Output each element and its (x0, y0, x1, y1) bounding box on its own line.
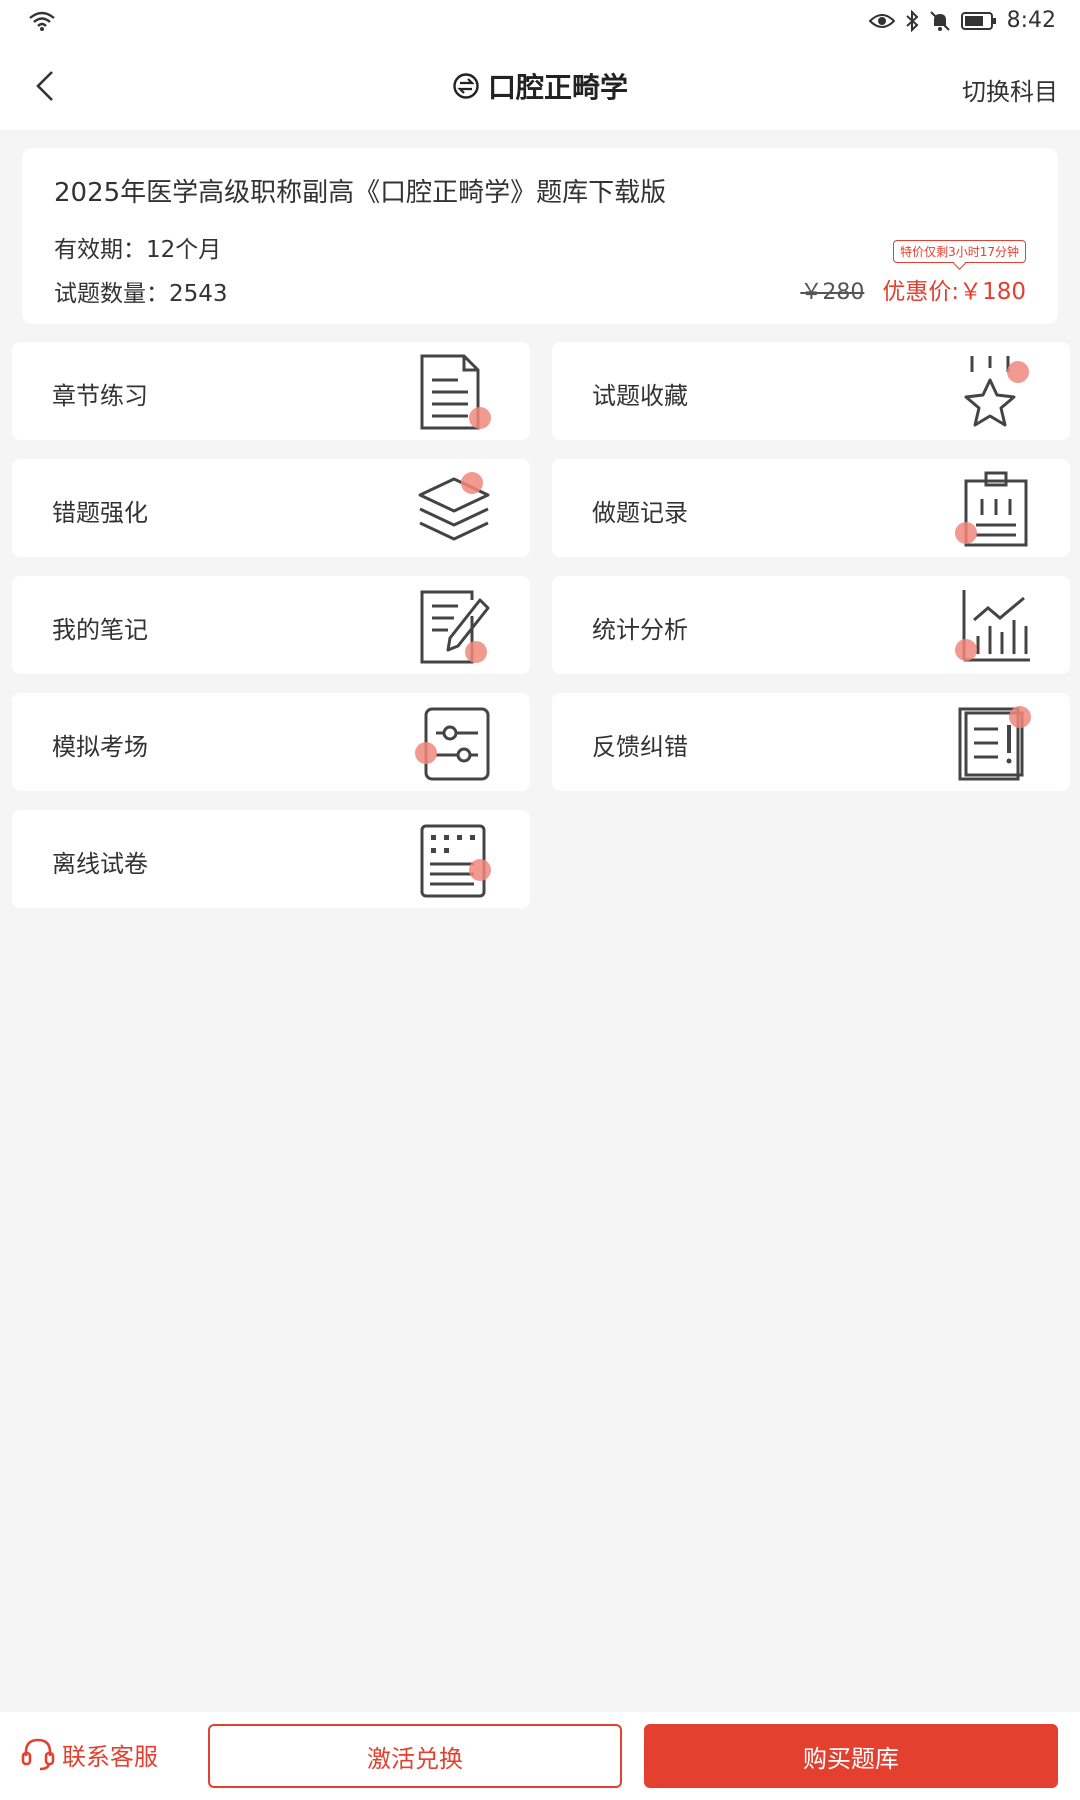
clock-time: 8:42 (1006, 8, 1056, 33)
feedback-icon (958, 706, 1031, 781)
status-bar: 8:42 (0, 0, 1080, 44)
tile-chapter-practice[interactable]: 章节练习 (12, 342, 530, 440)
bank-title: 2025年医学高级职称副高《口腔正畸学》题库下载版 (54, 178, 667, 208)
tile-wrong-questions[interactable]: 错题强化 (12, 459, 530, 557)
tile-offline-papers[interactable]: 离线试卷 (12, 810, 530, 908)
tile-statistics[interactable]: 统计分析 (552, 576, 1070, 674)
sliders-icon (415, 707, 490, 781)
bottom-action-bar: 联系客服 激活兑换 购买题库 (0, 1712, 1080, 1800)
tile-label: 做题记录 (592, 499, 688, 527)
tile-label: 统计分析 (592, 616, 688, 644)
tile-my-notes[interactable]: 我的笔记 (12, 576, 530, 674)
chart-icon (955, 590, 1030, 662)
contact-service-label: 联系客服 (62, 1742, 158, 1771)
bluetooth-icon (905, 9, 919, 32)
clipboard-icon (955, 471, 1028, 547)
promo-countdown-badge: 特价仅剩3小时17分钟 (893, 240, 1026, 263)
tile-label: 错题强化 (52, 499, 148, 527)
tile-label: 我的笔记 (52, 616, 148, 644)
note-pen-icon (420, 590, 490, 664)
tile-label: 试题收藏 (592, 382, 688, 410)
nav-bar: 口腔正畸学 切换科目 (0, 44, 1080, 130)
eye-icon (868, 13, 895, 28)
discount-price: 优惠价:￥180 (882, 279, 1026, 305)
offline-paper-icon (420, 824, 491, 898)
mute-bell-icon (929, 10, 950, 31)
tile-label: 反馈纠错 (592, 733, 688, 761)
layers-icon (418, 472, 490, 541)
tile-favorites[interactable]: 试题收藏 (552, 342, 1070, 440)
star-icon (964, 356, 1029, 427)
page-title: 口腔正畸学 (487, 71, 628, 104)
question-bank-info-card: 2025年医学高级职称副高《口腔正畸学》题库下载版 有效期：12个月 试题数量：… (22, 148, 1058, 324)
battery-icon (960, 11, 996, 30)
activate-redeem-button[interactable]: 激活兑换 (208, 1724, 622, 1788)
buy-question-bank-button[interactable]: 购买题库 (644, 1724, 1058, 1788)
validity-text: 有效期：12个月 (54, 237, 222, 263)
question-count-text: 试题数量：2543 (54, 281, 228, 307)
tile-mock-exam[interactable]: 模拟考场 (12, 693, 530, 791)
page-title-group: 口腔正畸学 (0, 66, 1080, 106)
wifi-icon (29, 11, 55, 31)
tile-feedback[interactable]: 反馈纠错 (552, 693, 1070, 791)
original-price: ￥280 (800, 280, 865, 305)
subject-swap-icon (453, 73, 479, 99)
tile-practice-records[interactable]: 做题记录 (552, 459, 1070, 557)
switch-subject-button[interactable]: 切换科目 (962, 72, 1058, 107)
document-icon (420, 354, 491, 430)
tile-label: 章节练习 (52, 382, 148, 410)
headset-icon (21, 1738, 55, 1771)
price-row: ￥280 优惠价:￥180 (800, 272, 1026, 306)
tile-label: 模拟考场 (52, 733, 148, 761)
contact-service-button[interactable]: 联系客服 (20, 1736, 158, 1772)
tile-label: 离线试卷 (52, 850, 148, 878)
